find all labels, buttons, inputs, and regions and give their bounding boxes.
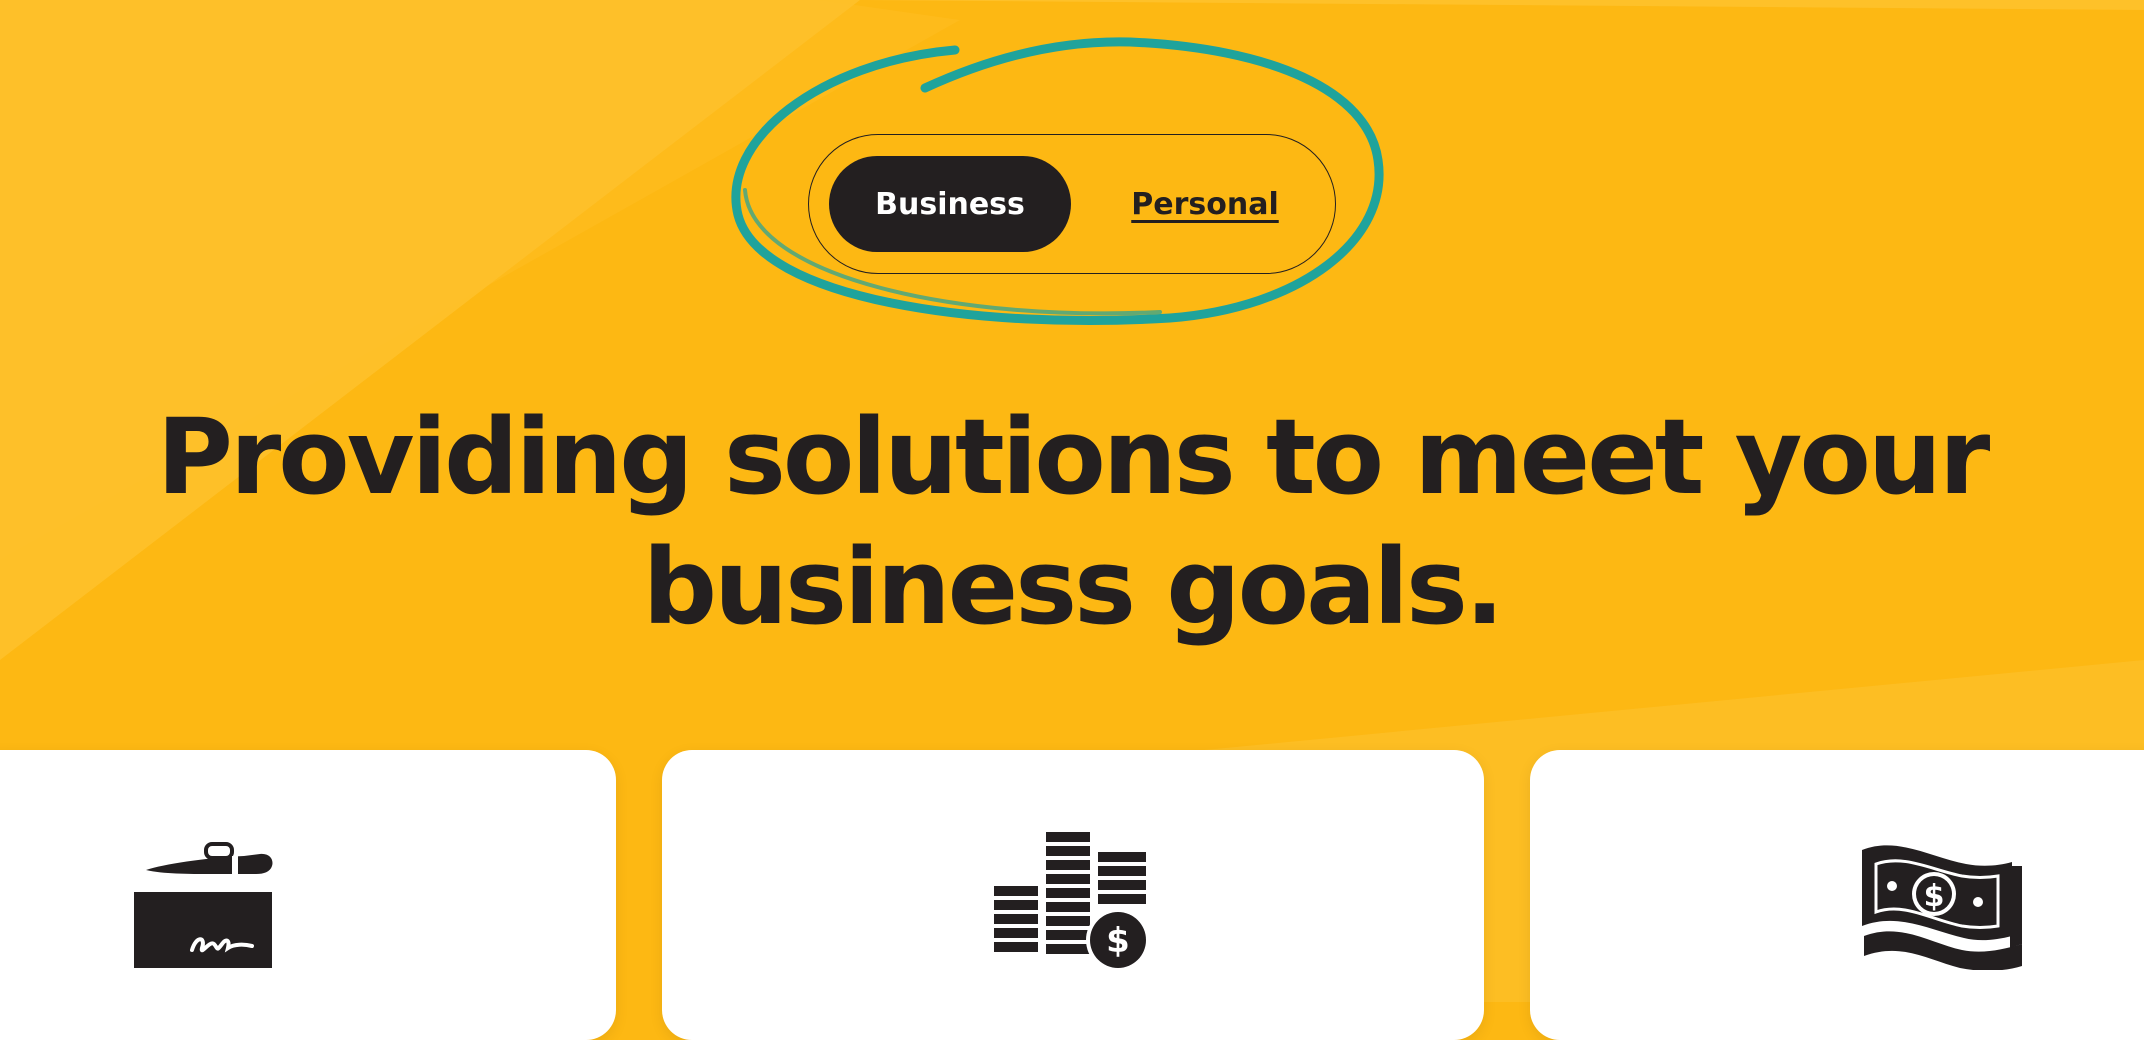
audience-toggle: Business Personal — [808, 134, 1336, 274]
headline-line-1: Providing solutions to meet your — [156, 396, 1990, 518]
dollar-bill-icon: $ — [1862, 845, 2022, 970]
feature-card-checking[interactable] — [0, 750, 616, 1040]
svg-text:$: $ — [1924, 879, 1945, 914]
check-signing-icon — [134, 842, 273, 968]
personal-tab[interactable]: Personal — [1109, 156, 1301, 252]
hero-headline: Providing solutions to meet your busines… — [0, 392, 2144, 652]
coin-stacks-dollar-icon: $ — [994, 832, 1150, 972]
svg-text:$: $ — [1106, 921, 1130, 961]
feature-card-investing[interactable]: $ — [662, 750, 1484, 1040]
feature-card-payments[interactable]: $ — [1530, 750, 2144, 1040]
headline-line-2: business goals. — [642, 526, 1505, 648]
business-tab[interactable]: Business — [829, 156, 1071, 252]
